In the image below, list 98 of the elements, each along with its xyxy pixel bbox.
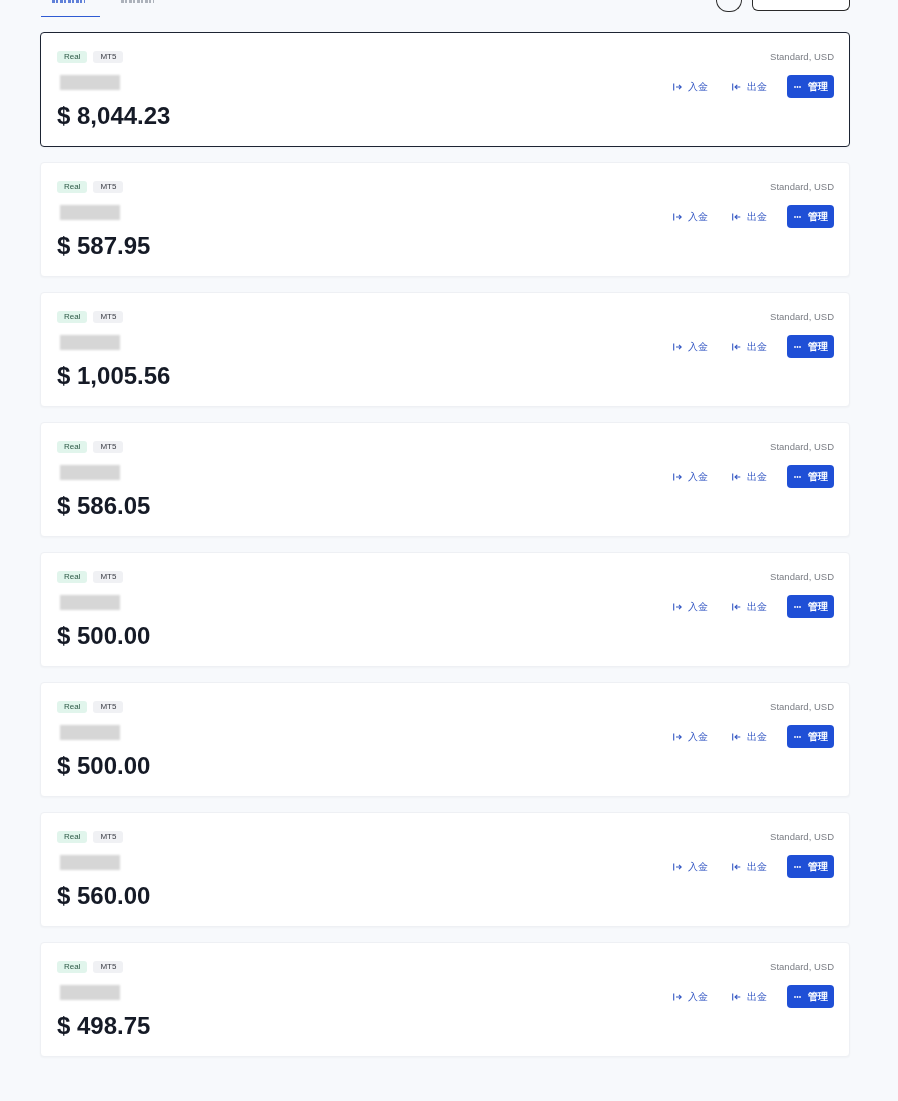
- blurred-block: [60, 75, 120, 90]
- manage-button[interactable]: 管理: [787, 335, 834, 358]
- tag: Real: [57, 831, 88, 843]
- arrow-left-bar-icon: [732, 732, 741, 741]
- tag: Real: [57, 701, 88, 713]
- manage-button[interactable]: 管理: [787, 725, 834, 748]
- arrow-left-bar-icon: [732, 82, 741, 91]
- account-balance: $ 8,044.23: [57, 101, 171, 131]
- blurred-block: [60, 985, 120, 1000]
- account-balance: $ 1,005.56: [57, 361, 171, 391]
- deposit-link[interactable]: 入金: [671, 725, 710, 748]
- withdraw-link[interactable]: 出金: [730, 985, 769, 1008]
- account-card[interactable]: Real MT5 $ 586.05 Standard, USD 入金 出金 管理: [40, 422, 850, 537]
- account-balance: $ 560.00: [57, 881, 151, 911]
- more-icon: [794, 475, 801, 478]
- deposit-link[interactable]: 入金: [671, 855, 710, 878]
- more-icon: [794, 865, 801, 868]
- account-card[interactable]: Real MT5 $ 500.00 Standard, USD 入金 出金 管理: [40, 682, 850, 797]
- account-card[interactable]: Real MT5 $ 1,005.56 Standard, USD 入金 出金 管理: [40, 292, 850, 407]
- more-icon: [794, 995, 801, 998]
- account-plan: Standard, USD: [770, 831, 834, 843]
- arrow-right-bar-icon: [673, 212, 682, 221]
- deposit-link[interactable]: 入金: [671, 335, 710, 358]
- manage-button[interactable]: 管理: [787, 205, 834, 228]
- tag: Real: [57, 311, 88, 323]
- blurred-block: [60, 335, 120, 350]
- manage-button[interactable]: 管理: [787, 75, 834, 98]
- tag: MT5: [93, 181, 124, 193]
- withdraw-link[interactable]: 出金: [730, 335, 769, 358]
- outline-button[interactable]: [752, 0, 850, 11]
- deposit-link[interactable]: 入金: [671, 985, 710, 1008]
- manage-button[interactable]: 管理: [787, 595, 834, 618]
- account-card[interactable]: Real MT5 $ 498.75 Standard, USD 入金 出金 管理: [40, 942, 850, 1057]
- deposit-link[interactable]: 入金: [671, 205, 710, 228]
- deposit-link[interactable]: 入金: [671, 465, 710, 488]
- tag: Real: [57, 571, 88, 583]
- account-balance: $ 586.05: [57, 491, 151, 521]
- tag: MT5: [93, 51, 124, 63]
- arrow-left-bar-icon: [732, 212, 741, 221]
- account-card[interactable]: Real MT5 $ 560.00 Standard, USD 入金 出金 管理: [40, 812, 850, 927]
- arrow-right-bar-icon: [673, 472, 682, 481]
- more-icon: [794, 215, 801, 218]
- manage-button[interactable]: 管理: [787, 855, 834, 878]
- account-plan: Standard, USD: [770, 961, 834, 973]
- account-card[interactable]: Real MT5 $ 500.00 Standard, USD 入金 出金 管理: [40, 552, 850, 667]
- arrow-right-bar-icon: [673, 602, 682, 611]
- arrow-left-bar-icon: [732, 342, 741, 351]
- arrow-right-bar-icon: [673, 732, 682, 741]
- withdraw-link[interactable]: 出金: [730, 465, 769, 488]
- account-card[interactable]: Real MT5 $ 587.95 Standard, USD 入金 出金 管理: [40, 162, 850, 277]
- arrow-left-bar-icon: [732, 862, 741, 871]
- arrow-left-bar-icon: [732, 602, 741, 611]
- account-balance: $ 500.00: [57, 751, 151, 781]
- deposit-link[interactable]: 入金: [671, 75, 710, 98]
- manage-button[interactable]: 管理: [787, 465, 834, 488]
- account-balance: $ 587.95: [57, 231, 151, 261]
- arrow-right-bar-icon: [673, 992, 682, 1001]
- account-card[interactable]: Real MT5 $ 8,044.23 Standard, USD 入金 出金 管理: [40, 32, 850, 147]
- tag: MT5: [93, 961, 124, 973]
- more-icon: [794, 85, 801, 88]
- withdraw-link[interactable]: 出金: [730, 205, 769, 228]
- tab[interactable]: [41, 0, 100, 17]
- account-balance: $ 498.75: [57, 1011, 151, 1041]
- arrow-left-bar-icon: [732, 472, 741, 481]
- tag: Real: [57, 51, 88, 63]
- account-plan: Standard, USD: [770, 51, 834, 63]
- withdraw-link[interactable]: 出金: [730, 725, 769, 748]
- arrow-left-bar-icon: [732, 992, 741, 1001]
- arrow-right-bar-icon: [673, 82, 682, 91]
- tag: MT5: [93, 571, 124, 583]
- tag: MT5: [93, 441, 124, 453]
- tag: Real: [57, 441, 88, 453]
- account-balance: $ 500.00: [57, 621, 151, 651]
- withdraw-link[interactable]: 出金: [730, 595, 769, 618]
- withdraw-link[interactable]: 出金: [730, 75, 769, 98]
- tag: MT5: [93, 311, 124, 323]
- account-plan: Standard, USD: [770, 181, 834, 193]
- blurred-block: [60, 205, 120, 220]
- deposit-link[interactable]: 入金: [671, 595, 710, 618]
- arrow-right-bar-icon: [673, 342, 682, 351]
- more-icon: [794, 345, 801, 348]
- blurred-block: [60, 855, 120, 870]
- withdraw-link[interactable]: 出金: [730, 855, 769, 878]
- blurred-block: [60, 465, 120, 480]
- blurred-block: [60, 595, 120, 610]
- account-plan: Standard, USD: [770, 311, 834, 323]
- account-plan: Standard, USD: [770, 701, 834, 713]
- account-plan: Standard, USD: [770, 571, 834, 583]
- arrow-right-bar-icon: [673, 862, 682, 871]
- account-plan: Standard, USD: [770, 441, 834, 453]
- manage-button[interactable]: 管理: [787, 985, 834, 1008]
- tag: Real: [57, 181, 88, 193]
- more-icon: [794, 605, 801, 608]
- tag: Real: [57, 961, 88, 973]
- blurred-block: [60, 725, 120, 740]
- more-icon: [794, 735, 801, 738]
- tag: MT5: [93, 701, 124, 713]
- tag: MT5: [93, 831, 124, 843]
